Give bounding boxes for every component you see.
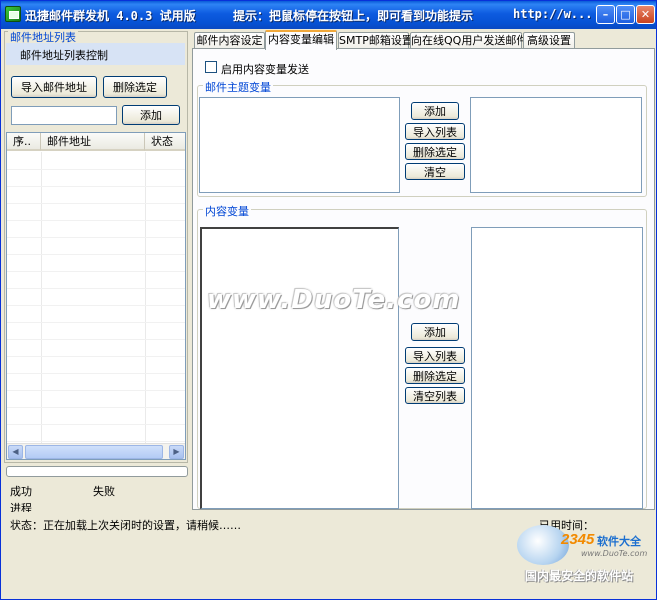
tab-smtp-settings[interactable]: SMTP邮箱设置 — [338, 32, 413, 49]
table-row — [7, 288, 185, 289]
body-add-button[interactable]: 添加 — [411, 323, 459, 341]
subject-preview-list[interactable] — [470, 97, 642, 193]
scroll-left-icon[interactable]: ◀ — [8, 445, 23, 459]
scrollbar-thumb[interactable] — [25, 445, 163, 459]
column-header-index[interactable]: 序.. — [7, 133, 41, 151]
table-row — [7, 441, 185, 442]
table-row — [7, 220, 185, 221]
title-url: http://w... — [513, 7, 593, 21]
table-row — [7, 169, 185, 170]
tab-content-variables[interactable]: 内容变量编辑 — [265, 30, 337, 50]
body-import-button[interactable]: 导入列表 — [405, 347, 465, 364]
enable-variables-label[interactable]: 启用内容变量发送 — [221, 61, 309, 77]
subject-delete-button[interactable]: 删除选定 — [405, 143, 465, 160]
main-window: 迅捷邮件群发机 4.0.3 试用版 提示：把鼠标停在按钮上，即可看到功能提示 h… — [0, 0, 657, 600]
table-row — [7, 305, 185, 306]
logo-url: www.DuoTe.com — [581, 549, 648, 558]
subject-add-button[interactable]: 添加 — [411, 102, 459, 120]
column-header-status[interactable]: 状态 — [145, 133, 185, 151]
table-row — [7, 186, 185, 187]
app-icon — [5, 6, 21, 22]
tab-advanced[interactable]: 高级设置 — [523, 32, 575, 49]
progress-bar — [6, 466, 188, 477]
body-variables-list[interactable] — [200, 227, 399, 509]
add-address-button[interactable]: 添加 — [122, 105, 180, 125]
title-bar[interactable]: 迅捷邮件群发机 4.0.3 试用版 提示：把鼠标停在按钮上，即可看到功能提示 h… — [1, 1, 656, 29]
title-tip: 提示：把鼠标停在按钮上，即可看到功能提示 — [233, 9, 474, 23]
address-table[interactable]: 序.. 邮件地址 状态 ◀ ▶ — [6, 132, 186, 460]
horizontal-scrollbar[interactable]: ◀ ▶ — [7, 443, 185, 459]
table-row — [7, 373, 185, 374]
table-row — [7, 237, 185, 238]
maximize-button[interactable]: □ — [616, 5, 635, 24]
body-delete-button[interactable]: 删除选定 — [405, 367, 465, 384]
duote-watermark: www.DuoTe.com — [207, 285, 461, 315]
add-address-input[interactable] — [11, 106, 117, 125]
subject-import-button[interactable]: 导入列表 — [405, 123, 465, 140]
table-row — [7, 322, 185, 323]
table-row — [7, 424, 185, 425]
site-logo-watermark: 2345 软件大全 www.DuoTe.com 国内最安全的软件站 — [517, 525, 655, 585]
body-variables-title: 内容变量 — [203, 203, 251, 219]
subject-variables-title: 邮件主题变量 — [203, 79, 273, 95]
table-row — [7, 203, 185, 204]
logo-slogan: 国内最安全的软件站 — [525, 569, 634, 583]
body-clear-list-button[interactable]: 清空列表 — [405, 387, 465, 404]
table-row — [7, 254, 185, 255]
tab-mail-content[interactable]: 邮件内容设定 — [194, 32, 265, 49]
address-list-control-label: 邮件地址列表控制 — [6, 43, 185, 65]
close-button[interactable]: ✕ — [636, 5, 655, 24]
logo-text: 软件大全 — [597, 535, 641, 548]
table-row — [7, 356, 185, 357]
column-header-email[interactable]: 邮件地址 — [41, 133, 145, 151]
success-label: 成功 — [10, 485, 32, 498]
table-row — [7, 339, 185, 340]
status-message: 状态：正在加载上次关闭时的设置，请稍候…… — [10, 519, 241, 532]
fail-label: 失败 — [93, 485, 115, 498]
table-row — [7, 407, 185, 408]
minimize-button[interactable]: – — [596, 5, 615, 24]
enable-variables-checkbox[interactable] — [205, 61, 217, 73]
import-addresses-button[interactable]: 导入邮件地址 — [11, 76, 97, 98]
subject-clear-button[interactable]: 清空 — [405, 163, 465, 180]
window-title: 迅捷邮件群发机 4.0.3 试用版 — [25, 9, 196, 23]
tab-qq-online[interactable]: 向在线QQ用户发送邮件 — [410, 32, 527, 49]
table-row — [7, 271, 185, 272]
delete-selected-button[interactable]: 删除选定 — [103, 76, 167, 98]
column-divider — [145, 152, 146, 443]
column-divider — [41, 152, 42, 443]
body-preview-list[interactable] — [471, 227, 643, 509]
table-row — [7, 390, 185, 391]
scroll-right-icon[interactable]: ▶ — [169, 445, 184, 459]
logo-number: 2345 — [561, 531, 595, 548]
subject-variables-list[interactable] — [199, 97, 400, 193]
